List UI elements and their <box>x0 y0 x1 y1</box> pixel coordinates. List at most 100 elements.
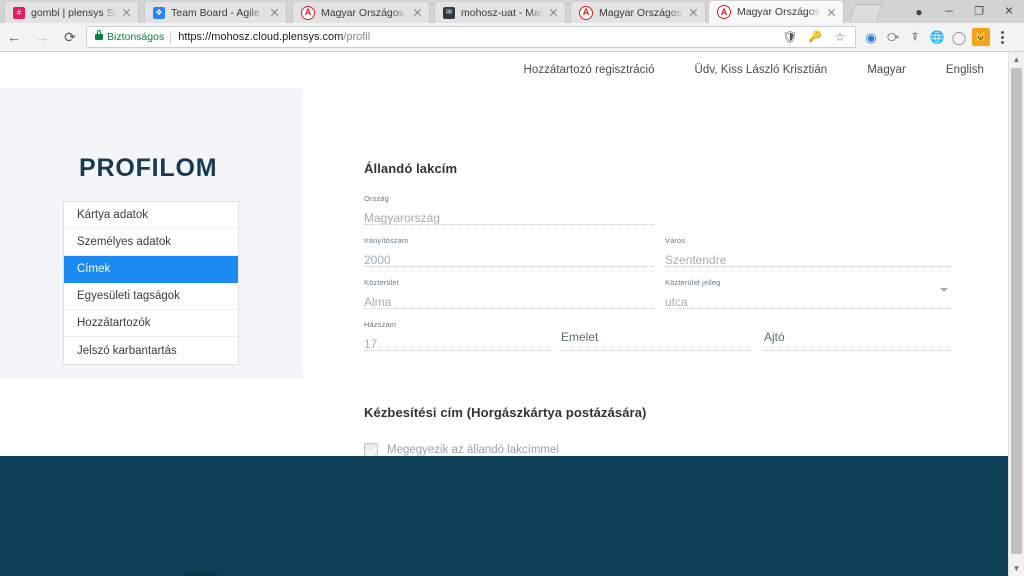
field-underline <box>764 350 952 351</box>
jira-icon: ❖ <box>153 6 165 19</box>
close-icon[interactable] <box>824 5 839 20</box>
new-tab-button[interactable] <box>849 4 883 22</box>
dot <box>1001 36 1004 39</box>
sidebar-item-szemelyes-adatok[interactable]: Személyes adatok <box>64 229 238 256</box>
extension-toolbar: ◉ ⧂ ⍒ 🌐 ◯ 🐱 <box>862 28 992 46</box>
page-scrollbar[interactable]: ▲ ▼ <box>1008 52 1024 576</box>
section-title-permanent-address: Állandó lakcím <box>364 161 458 176</box>
field-postal-code[interactable]: Irányítószám 2000 <box>364 236 654 267</box>
cat-icon[interactable]: 🐱 <box>972 28 990 46</box>
field-value: utca <box>665 294 688 309</box>
close-icon: ✕ <box>1004 5 1014 17</box>
address-form: Állandó lakcím Ország Magyarország Irány… <box>364 88 964 457</box>
scrollbar-thumb[interactable] <box>1011 68 1022 554</box>
field-door[interactable]: Ajtó <box>764 321 952 351</box>
field-label: Irányítószám <box>364 236 409 245</box>
field-house-number[interactable]: Házszám 17 <box>364 321 554 351</box>
url-domain: https://mohosz.cloud.plensys.com <box>178 31 344 43</box>
tab-title: Team Board - Agile Boa <box>171 6 265 19</box>
tab-title: gombi | plensys Slack <box>31 6 117 19</box>
language-english-link[interactable]: English <box>946 64 984 76</box>
browser-tab[interactable]: A Magyar Országos Horg <box>570 2 706 23</box>
form-row: Ország Magyarország <box>364 195 964 237</box>
key-icon[interactable]: 🔑 <box>806 28 824 46</box>
close-icon[interactable] <box>686 5 701 20</box>
sidebar-item-label: Kártya adatok <box>77 209 148 221</box>
field-country[interactable]: Ország Magyarország <box>364 194 654 225</box>
field-floor[interactable]: Emelet <box>561 321 751 351</box>
browser-tab-active[interactable]: A Magyar Országos Horg <box>708 1 844 23</box>
field-underline <box>561 350 751 351</box>
sidebar-item-label: Jelszó karbantartás <box>77 344 177 357</box>
mailtrap-icon: ✉ <box>443 6 455 19</box>
maximize-button[interactable]: ❐ <box>964 0 994 23</box>
close-window-button[interactable]: ✕ <box>994 0 1024 23</box>
sidebar-item-label: Személyes adatok <box>77 236 171 248</box>
browser-menu-button[interactable] <box>992 26 1012 48</box>
shield-icon[interactable]: 🛡 <box>781 28 799 46</box>
circle-icon[interactable]: ◯ <box>950 28 968 46</box>
field-value: Szentendre <box>665 252 727 267</box>
scroll-up-icon[interactable]: ▲ <box>1009 52 1024 67</box>
sidebar-item-jelszo-karbantartas[interactable]: Jelszó karbantartás <box>64 337 238 364</box>
page-title: PROFILOM <box>79 154 218 182</box>
field-area-type[interactable]: Közterület jelleg utca <box>665 278 952 309</box>
back-button[interactable]: ← <box>0 23 28 51</box>
field-underline <box>364 266 654 267</box>
globe-icon[interactable]: 🌐 <box>928 28 946 46</box>
field-public-area[interactable]: Közterület Alma <box>364 278 654 309</box>
field-label: Közterület jelleg <box>665 278 721 287</box>
language-hungarian-link[interactable]: Magyar <box>867 64 906 76</box>
arrow-right-icon: → <box>35 29 49 45</box>
browser-tab[interactable]: ✉ mohosz-uat - Mailtrap <box>434 2 566 23</box>
sidebar-item-kartya-adatok[interactable]: Kártya adatok <box>64 202 238 229</box>
profile-sidebar: PROFILOM Kártya adatok Személyes adatok … <box>0 88 303 378</box>
profile-avatar-button[interactable]: ● <box>904 0 934 23</box>
tab-title: Magyar Országos Horg <box>737 6 822 18</box>
person-icon: ● <box>915 4 923 19</box>
field-label: Ország <box>364 194 389 203</box>
minimize-button[interactable]: ─ <box>934 0 964 23</box>
chevron-down-icon[interactable] <box>940 288 948 292</box>
scroll-down-icon[interactable]: ▼ <box>1009 561 1024 576</box>
minimize-icon: ─ <box>945 5 953 17</box>
browser-tab[interactable]: A Magyar Országos Horg <box>292 2 430 23</box>
omnibox-action-icons: 🛡 🔑 ☆ <box>781 28 851 46</box>
field-label: Város <box>665 236 686 245</box>
close-icon[interactable] <box>410 5 425 20</box>
browser-tab[interactable]: # gombi | plensys Slack <box>4 2 139 23</box>
tab-title: Magyar Országos Horg <box>599 6 684 19</box>
relative-registration-link[interactable]: Hozzátartozó regisztráció <box>524 64 655 76</box>
same-as-permanent-row[interactable]: Megegyezik az állandó lakcímmel <box>364 443 964 457</box>
browser-toolbar: ← → ⟳ Biztonságos https://mohosz.cloud.p… <box>0 23 1024 52</box>
address-bar[interactable]: Biztonságos https://mohosz.cloud.plensys… <box>86 26 856 48</box>
url-path: /profil <box>343 31 371 43</box>
sidebar-item-cimek[interactable]: Címek <box>64 256 238 283</box>
field-underline <box>665 308 952 309</box>
close-icon[interactable] <box>267 5 282 20</box>
star-icon[interactable]: ☆ <box>831 28 849 46</box>
forward-button[interactable]: → <box>28 23 56 51</box>
sidebar-item-hozzatartozok[interactable]: Hozzátartozók <box>64 310 238 337</box>
field-label <box>764 321 952 329</box>
user-greeting[interactable]: Üdv, Kiss László Krisztián <box>695 64 828 76</box>
reload-button[interactable]: ⟳ <box>56 23 84 51</box>
pocket-icon[interactable]: ⍒ <box>906 28 924 46</box>
page-viewport: Hozzátartozó regisztráció Üdv, Kiss Lász… <box>0 52 1008 576</box>
sidebar-item-label: Egyesületi tagságok <box>77 290 180 302</box>
cluster-icon[interactable]: ⧂ <box>884 28 902 46</box>
close-icon[interactable] <box>546 5 561 20</box>
sidebar-item-egyesuleti-tagsagok[interactable]: Egyesületi tagságok <box>64 283 238 310</box>
profile-menu: Kártya adatok Személyes adatok Címek Egy… <box>63 201 239 365</box>
dot <box>1001 41 1004 44</box>
dot <box>1001 31 1004 34</box>
field-city[interactable]: Város Szentendre <box>665 236 952 267</box>
sync-icon[interactable]: ◉ <box>862 28 880 46</box>
tab-title: Magyar Országos Horg <box>321 6 408 19</box>
field-placeholder: Emelet <box>561 329 599 344</box>
browser-tab[interactable]: ❖ Team Board - Agile Boa <box>144 2 287 23</box>
close-icon[interactable] <box>119 5 134 20</box>
tab-title: mohosz-uat - Mailtrap <box>461 6 544 19</box>
field-label: Közterület <box>364 278 399 287</box>
same-as-permanent-checkbox[interactable] <box>364 443 378 457</box>
